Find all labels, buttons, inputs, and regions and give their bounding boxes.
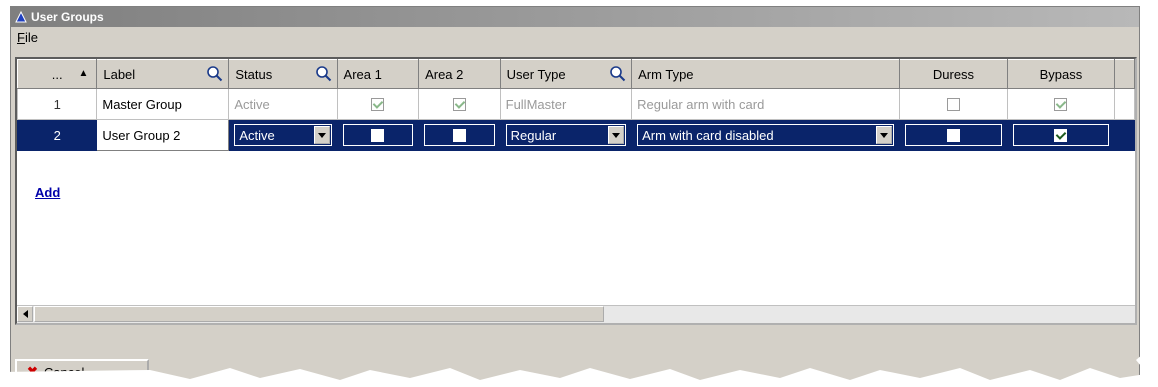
add-link[interactable]: Add bbox=[35, 185, 60, 200]
area-2-cell[interactable] bbox=[418, 119, 501, 151]
groups-table: ... ▲ Label Status Area 1 Area 2 User Typ… bbox=[17, 59, 1135, 151]
label-cell[interactable]: Master Group bbox=[96, 88, 230, 120]
user-type-dropdown-button[interactable] bbox=[608, 126, 625, 144]
search-icon[interactable] bbox=[206, 65, 223, 82]
area-1-checkbox[interactable] bbox=[371, 128, 385, 142]
cancel-label: Cancel bbox=[43, 364, 85, 380]
duress-cell[interactable] bbox=[899, 119, 1008, 151]
table-row[interactable]: 1 Master Group Active FullMaster Regular… bbox=[17, 88, 1135, 120]
horizontal-scrollbar[interactable] bbox=[17, 305, 1135, 323]
status-value: Active bbox=[239, 127, 275, 143]
scroll-left-button[interactable] bbox=[17, 306, 33, 322]
title-bar[interactable]: User Groups bbox=[11, 7, 1139, 27]
user-type-value: Regular bbox=[510, 127, 557, 143]
header-label[interactable]: Label bbox=[96, 59, 230, 89]
header-duress-text: Duress bbox=[932, 66, 975, 82]
user-groups-grid: ... ▲ Label Status Area 1 Area 2 User Typ… bbox=[15, 57, 1137, 325]
duress-checkbox[interactable] bbox=[946, 97, 960, 111]
duress-checkbox[interactable] bbox=[946, 128, 960, 142]
arm-type-dropdown-button[interactable] bbox=[876, 126, 893, 144]
header-area-2-text: Area 2 bbox=[425, 66, 464, 82]
window-title: User Groups bbox=[31, 10, 104, 24]
menu-bar: File bbox=[11, 27, 1139, 47]
header-area-2[interactable]: Area 2 bbox=[418, 59, 501, 89]
sort-ascending-icon: ▲ bbox=[78, 68, 89, 79]
header-bypass[interactable]: Bypass bbox=[1006, 59, 1116, 89]
header-user-type[interactable]: User Type bbox=[499, 59, 633, 89]
area-1-checkbox[interactable] bbox=[371, 97, 385, 111]
area-2-checkbox[interactable] bbox=[452, 97, 466, 111]
header-duress[interactable]: Duress bbox=[899, 59, 1008, 89]
bypass-cell[interactable] bbox=[1006, 119, 1116, 151]
label-cell[interactable]: User Group 2 bbox=[96, 119, 230, 151]
header-label-text: Label bbox=[103, 66, 136, 82]
search-icon[interactable] bbox=[315, 65, 332, 82]
area-2-cell[interactable] bbox=[418, 88, 501, 120]
header-overflow bbox=[1114, 59, 1135, 89]
menu-file-accelerator: F bbox=[17, 29, 25, 45]
table-row-selected[interactable]: 2 User Group 2 Active Regular Arm with c… bbox=[17, 119, 1135, 151]
chevron-down-icon bbox=[317, 132, 326, 138]
status-dropdown-button[interactable] bbox=[313, 126, 330, 144]
bypass-checkbox[interactable] bbox=[1054, 128, 1068, 142]
header-row-number[interactable]: ... ▲ bbox=[17, 59, 98, 89]
header-row-number-label: ... bbox=[51, 66, 63, 82]
header-bypass-text: Bypass bbox=[1039, 66, 1083, 82]
overflow-cell bbox=[1114, 88, 1135, 120]
bypass-cell[interactable] bbox=[1006, 88, 1116, 120]
chevron-down-icon bbox=[612, 132, 621, 138]
overflow-cell bbox=[1114, 119, 1135, 151]
header-arm-type-text: Arm Type bbox=[638, 66, 694, 82]
user-type-cell[interactable]: FullMaster bbox=[499, 88, 633, 120]
cancel-x-icon: ✖ bbox=[27, 364, 38, 379]
bypass-checkbox[interactable] bbox=[1054, 97, 1068, 111]
user-type-cell[interactable]: Regular bbox=[499, 119, 633, 151]
menu-file-label: ile bbox=[24, 29, 38, 45]
header-area-1-text: Area 1 bbox=[343, 66, 382, 82]
area-2-checkbox[interactable] bbox=[452, 128, 466, 142]
chevron-down-icon bbox=[880, 132, 889, 138]
duress-cell[interactable] bbox=[899, 88, 1008, 120]
header-area-1[interactable]: Area 1 bbox=[336, 59, 420, 89]
scrollbar-thumb[interactable] bbox=[34, 306, 604, 322]
header-user-type-text: User Type bbox=[506, 66, 566, 82]
header-status[interactable]: Status bbox=[228, 59, 338, 89]
row-number: 2 bbox=[17, 119, 98, 151]
arm-type-cell[interactable]: Regular arm with card bbox=[631, 88, 901, 120]
header-arm-type[interactable]: Arm Type bbox=[631, 59, 901, 89]
status-cell[interactable]: Active bbox=[228, 119, 338, 151]
arm-type-value: Arm with card disabled bbox=[642, 127, 774, 143]
header-status-text: Status bbox=[235, 66, 273, 82]
area-1-cell[interactable] bbox=[336, 88, 420, 120]
row-number: 1 bbox=[17, 88, 98, 120]
arm-type-cell[interactable]: Arm with card disabled bbox=[631, 119, 901, 151]
menu-file[interactable]: File bbox=[15, 30, 40, 45]
status-cell[interactable]: Active bbox=[228, 88, 338, 120]
search-icon[interactable] bbox=[609, 65, 626, 82]
chevron-left-icon bbox=[22, 310, 28, 318]
app-triangle-icon bbox=[15, 11, 27, 23]
area-1-cell[interactable] bbox=[336, 119, 420, 151]
cancel-button[interactable]: ✖ Cancel bbox=[15, 359, 149, 383]
user-groups-window: User Groups File ... ▲ Label Status Area … bbox=[10, 6, 1140, 384]
